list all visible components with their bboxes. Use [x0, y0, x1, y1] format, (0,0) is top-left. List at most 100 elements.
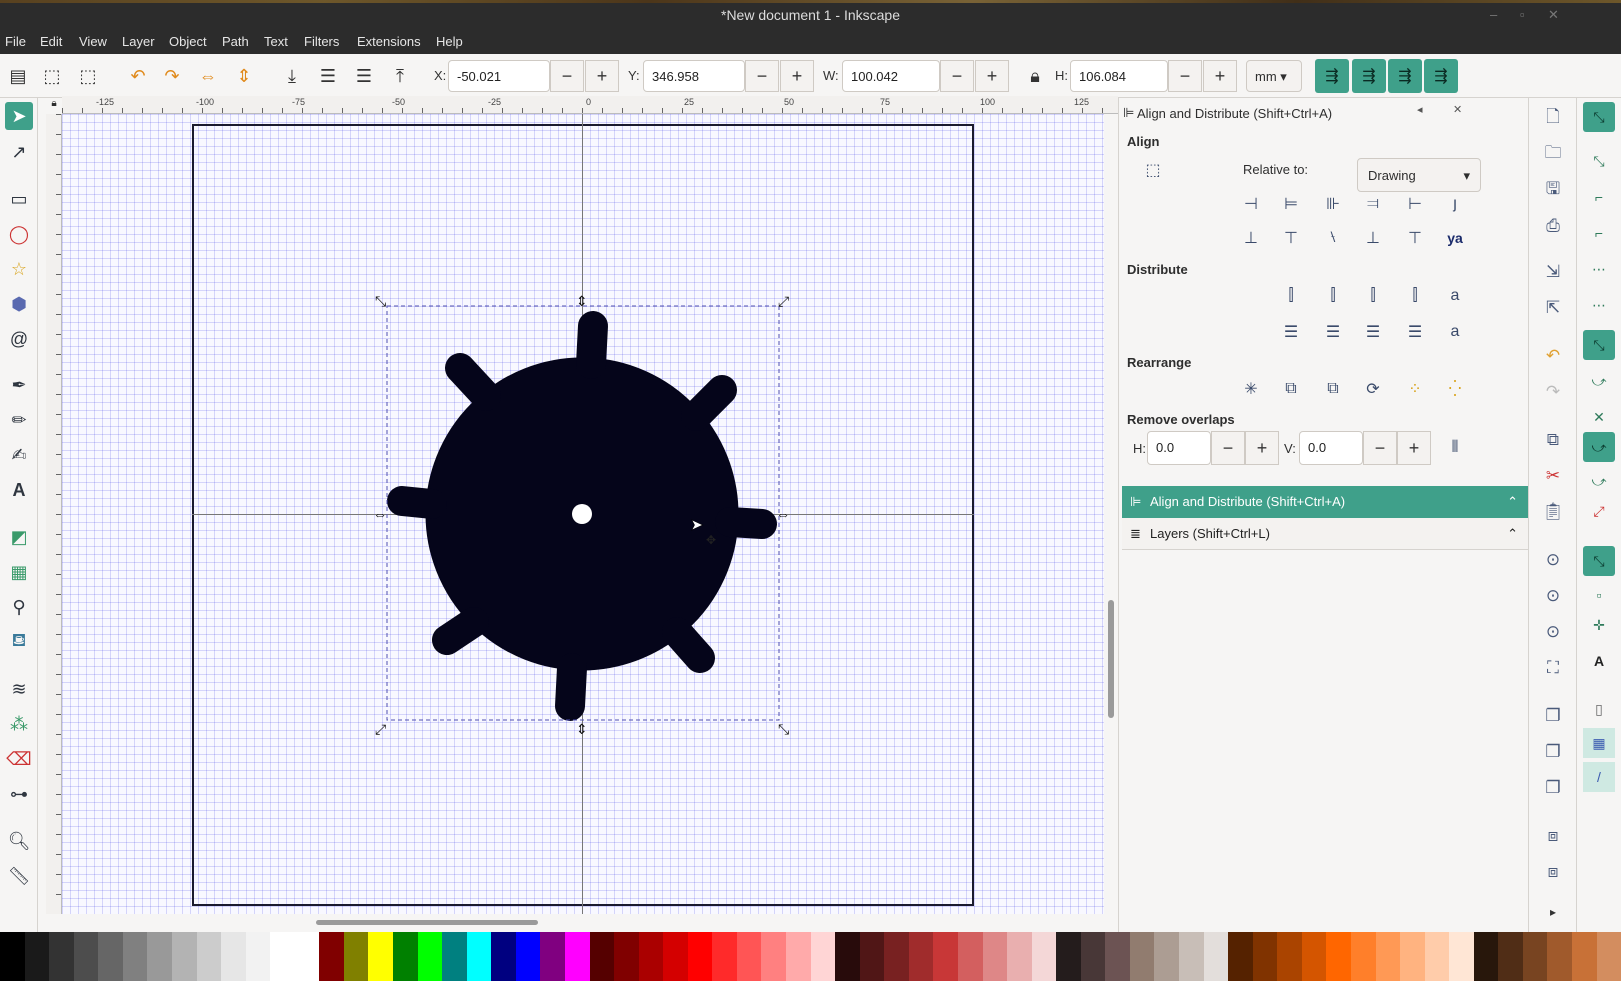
- exchange-selection-icon[interactable]: ⧉: [1277, 375, 1305, 403]
- palette-swatch[interactable]: [491, 932, 516, 981]
- clone-icon[interactable]: ❐: [1539, 738, 1567, 766]
- palette-swatch[interactable]: [1449, 932, 1474, 981]
- new-document-icon[interactable]: 🗋︎: [1539, 104, 1567, 132]
- palette-swatch[interactable]: [270, 932, 295, 981]
- select-all-icon[interactable]: ▤: [4, 62, 32, 90]
- palette-swatch[interactable]: [982, 932, 1008, 981]
- h-plus-button[interactable]: +: [1203, 60, 1237, 92]
- star-tool-icon[interactable]: ☆: [5, 255, 33, 283]
- move-patterns-icon[interactable]: ⇶: [1424, 59, 1458, 93]
- snap-bbox-edges-icon[interactable]: ⌐: [1583, 182, 1615, 212]
- raise-icon[interactable]: ☰: [350, 62, 378, 90]
- palette-swatch[interactable]: [835, 932, 860, 981]
- ungroup-icon[interactable]: ⧈: [1539, 858, 1567, 886]
- select-all-layers-icon[interactable]: ⬚: [38, 62, 66, 90]
- close-window-button[interactable]: ✕: [1548, 7, 1559, 23]
- palette-swatch[interactable]: [442, 932, 467, 981]
- ruler-lock-icon[interactable]: 🔒︎: [46, 96, 62, 114]
- unit-select[interactable]: mm ▾: [1246, 60, 1302, 92]
- dock-collapse-icon[interactable]: ◂: [1417, 103, 1423, 116]
- distribute-right-icon[interactable]: ⫿: [1359, 282, 1387, 310]
- unlink-clone-icon[interactable]: ❐: [1539, 774, 1567, 802]
- distribute-bottom-icon[interactable]: ☰: [1359, 318, 1387, 346]
- overlap-h-minus-button[interactable]: −: [1211, 431, 1245, 465]
- spiral-tool-icon[interactable]: @: [5, 325, 33, 353]
- palette-swatch[interactable]: [294, 932, 320, 981]
- tab-layers[interactable]: ≣ Layers (Shift+Ctrl+L) ⌃: [1122, 518, 1528, 550]
- align-top-to-bottom-icon[interactable]: ⊤: [1401, 224, 1429, 252]
- palette-swatch[interactable]: [1031, 932, 1057, 981]
- measure-tool-icon[interactable]: 📏︎: [5, 862, 33, 890]
- import-icon[interactable]: ⇲: [1539, 258, 1567, 286]
- palette-swatch[interactable]: [122, 932, 148, 981]
- palette-swatch[interactable]: [368, 932, 393, 981]
- palette-swatch[interactable]: [73, 932, 99, 981]
- undo-icon[interactable]: ↶: [1539, 342, 1567, 370]
- x-field[interactable]: -50.021: [448, 60, 550, 92]
- flip-vertical-icon[interactable]: ⇕: [230, 62, 258, 90]
- spray-tool-icon[interactable]: ⁂: [5, 710, 33, 738]
- snap-bbox-midpoints-icon[interactable]: ⋯: [1583, 254, 1615, 284]
- palette-swatch[interactable]: [1326, 932, 1351, 981]
- distribute-gaps-v-icon[interactable]: ☰: [1401, 318, 1429, 346]
- graph-layout-icon[interactable]: ✳: [1237, 375, 1265, 403]
- more-commands-icon[interactable]: ▸: [1539, 898, 1567, 926]
- text-tool-icon[interactable]: A: [5, 476, 33, 504]
- palette-swatch[interactable]: [466, 932, 492, 981]
- palette-swatch[interactable]: [786, 932, 811, 981]
- zoom-drawing-icon[interactable]: ⊙: [1539, 582, 1567, 610]
- deselect-icon[interactable]: ⬚: [74, 62, 102, 90]
- treat-as-group-icon[interactable]: ⬚: [1139, 156, 1167, 184]
- palette-swatch[interactable]: [171, 932, 197, 981]
- menu-extensions[interactable]: Extensions: [357, 34, 421, 49]
- palette-swatch[interactable]: [736, 932, 762, 981]
- connector-tool-icon[interactable]: ⊶: [5, 780, 33, 808]
- align-top-edges-icon[interactable]: ⊤: [1277, 224, 1305, 252]
- center-vertical-axis-icon[interactable]: ⊪: [1319, 190, 1347, 218]
- gradient-tool-icon[interactable]: ◩: [5, 523, 33, 551]
- palette-swatch[interactable]: [589, 932, 615, 981]
- calligraphy-tool-icon[interactable]: ✍: [5, 441, 33, 469]
- snap-bbox-centers-icon[interactable]: ⋯: [1583, 290, 1615, 320]
- tab-align-distribute[interactable]: ⊫ Align and Distribute (Shift+Ctrl+A) ⌃: [1122, 486, 1528, 518]
- redo-icon[interactable]: ↷: [1539, 378, 1567, 406]
- mesh-tool-icon[interactable]: ▦: [5, 558, 33, 586]
- palette-swatch[interactable]: [564, 932, 590, 981]
- remove-overlaps-icon[interactable]: ⫴: [1441, 434, 1469, 462]
- raise-to-top-icon[interactable]: ⤒: [386, 62, 414, 90]
- snap-others-icon[interactable]: ⤡: [1583, 546, 1615, 576]
- pen-tool-icon[interactable]: ✒: [5, 371, 33, 399]
- distribute-centers-v-icon[interactable]: ☰: [1319, 318, 1347, 346]
- palette-swatch[interactable]: [1375, 932, 1401, 981]
- palette-swatch[interactable]: [884, 932, 909, 981]
- zoom-tool-icon[interactable]: 🔍︎: [5, 827, 33, 855]
- minimize-button[interactable]: –: [1490, 7, 1497, 22]
- palette-swatch[interactable]: [221, 932, 246, 981]
- palette-swatch[interactable]: [1080, 932, 1106, 981]
- eraser-tool-icon[interactable]: ⌫: [5, 745, 33, 773]
- palette-swatch[interactable]: [1473, 932, 1499, 981]
- scale-corners-icon[interactable]: ⇶: [1352, 59, 1386, 93]
- align-left-to-right-icon[interactable]: ⊢: [1401, 190, 1429, 218]
- palette-swatch[interactable]: [687, 932, 713, 981]
- palette-swatch[interactable]: [49, 932, 74, 981]
- palette-swatch[interactable]: [245, 932, 271, 981]
- unclump-icon[interactable]: ⁛: [1441, 375, 1469, 403]
- palette-swatch[interactable]: [98, 932, 123, 981]
- print-icon[interactable]: ⎙: [1539, 212, 1567, 240]
- h-field[interactable]: 106.084: [1070, 60, 1168, 92]
- y-field[interactable]: 346.958: [643, 60, 745, 92]
- snap-intersections-icon[interactable]: ✕: [1583, 402, 1615, 432]
- palette-swatch[interactable]: [1228, 932, 1253, 981]
- palette-swatch[interactable]: [957, 932, 983, 981]
- scale-stroke-icon[interactable]: ⇶: [1315, 59, 1349, 93]
- palette-swatch[interactable]: [343, 932, 369, 981]
- align-right-to-left-icon[interactable]: ⊣: [1237, 190, 1265, 218]
- menu-edit[interactable]: Edit: [40, 34, 62, 49]
- snap-toggle-icon[interactable]: ⤡: [1583, 102, 1615, 132]
- palette-swatch[interactable]: [417, 932, 443, 981]
- palette-swatch[interactable]: [1596, 932, 1621, 981]
- palette-swatch[interactable]: [196, 932, 222, 981]
- distribute-top-icon[interactable]: ☰: [1277, 318, 1305, 346]
- snap-text-baseline-icon[interactable]: A: [1583, 646, 1615, 676]
